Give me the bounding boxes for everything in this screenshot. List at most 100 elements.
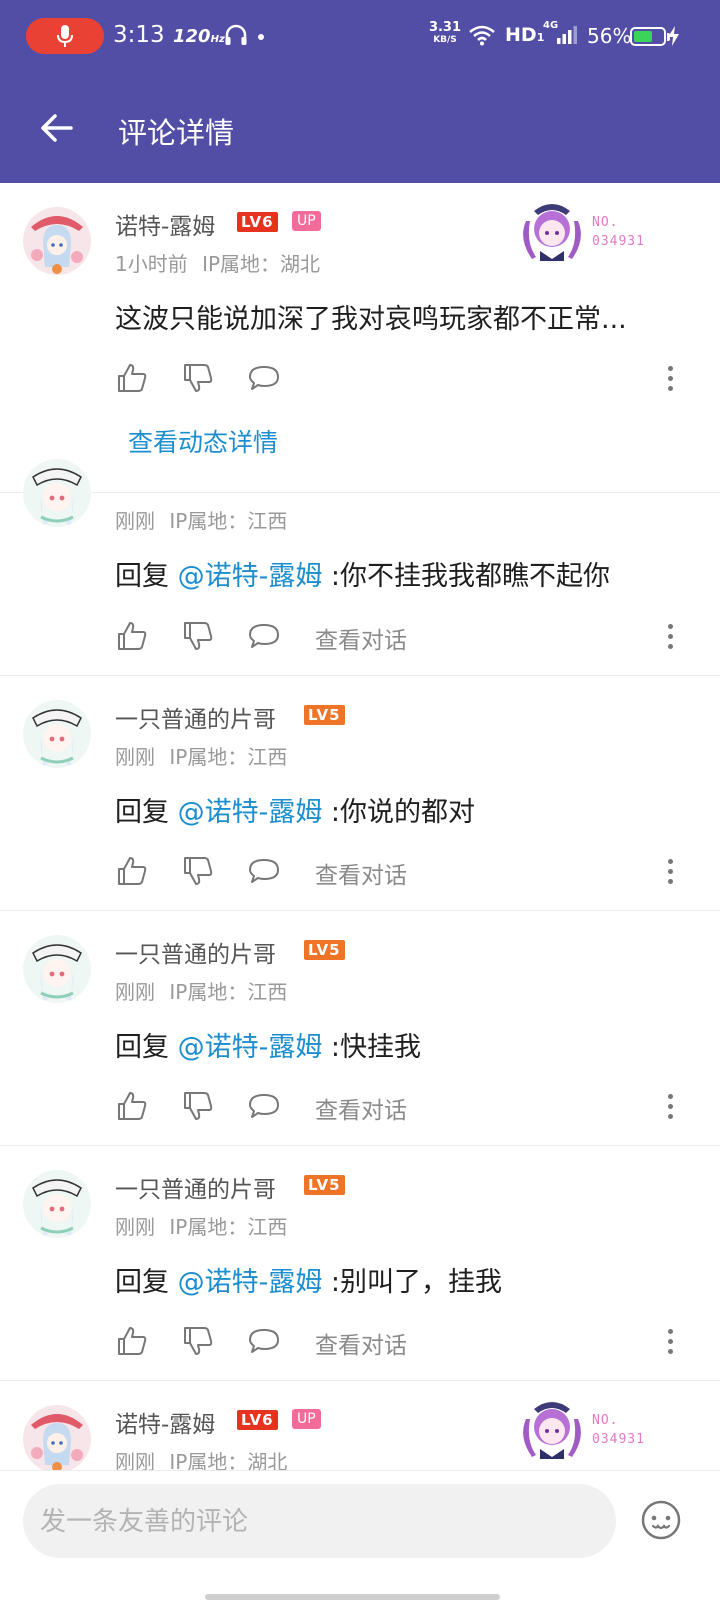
- mic-indicator[interactable]: [26, 18, 104, 54]
- charging-icon: [668, 26, 679, 46]
- reply-item: 刚刚 IP属地：江西 回复 @诺特-露姆 :你不挂我我都瞧不起你 查看对话: [0, 459, 720, 676]
- comment-bar: [0, 1470, 720, 1600]
- comment-actions: 查看对话: [115, 1324, 695, 1360]
- comment-actions: 查看对话: [115, 619, 695, 655]
- username[interactable]: 一只普通的片哥: [115, 935, 276, 969]
- avatar[interactable]: [23, 1405, 91, 1470]
- mention-link[interactable]: @诺特-露姆: [178, 1032, 323, 1063]
- comment-bubble-icon: [249, 366, 279, 390]
- reply-button[interactable]: [247, 619, 281, 653]
- back-arrow-icon: [41, 114, 73, 142]
- mention-link[interactable]: @诺特-露姆: [178, 561, 323, 592]
- reply-button[interactable]: [247, 1324, 281, 1358]
- comment-actions: [115, 361, 695, 397]
- up-badge: UP: [292, 211, 321, 231]
- hd-label: HD: [505, 24, 537, 46]
- thumbs-up-icon: [118, 1327, 147, 1355]
- view-conversation-link[interactable]: 查看对话: [315, 621, 407, 655]
- home-indicator[interactable]: [205, 1594, 500, 1600]
- like-button[interactable]: [115, 619, 149, 653]
- more-options-button[interactable]: [663, 361, 677, 395]
- battery-icon: [630, 27, 670, 46]
- dislike-button[interactable]: [181, 854, 215, 888]
- dislike-button[interactable]: [181, 619, 215, 653]
- more-options-button[interactable]: [663, 619, 677, 653]
- username[interactable]: 诺特-露姆: [115, 1405, 215, 1439]
- thumbs-down-icon: [184, 857, 213, 885]
- app-header: 3:13 120Hz 3.31 KB/S HD1 4G 56% 评论详情: [0, 0, 720, 183]
- thumbs-up-icon: [118, 1092, 147, 1120]
- avatar[interactable]: [23, 1170, 91, 1238]
- comment-thread[interactable]: 诺特-露姆 LV6 UP NO. 034931 1小时前 IP属地：湖北 这波只…: [0, 183, 720, 1470]
- reply-item: 一只普通的片哥 LV5 刚刚 IP属地：江西 回复 @诺特-露姆 :你说的都对 …: [0, 676, 720, 911]
- comment-meta: 刚刚 IP属地：江西: [115, 505, 287, 534]
- view-conversation-link[interactable]: 查看对话: [315, 1326, 407, 1360]
- avatar[interactable]: [23, 459, 91, 527]
- reply-prefix: 回复: [115, 1267, 178, 1298]
- dislike-button[interactable]: [181, 361, 215, 395]
- refresh-rate: 120Hz: [173, 26, 225, 47]
- avatar[interactable]: [23, 207, 91, 275]
- comment-meta: 刚刚 IP属地：江西: [115, 976, 287, 1005]
- ip-location: IP属地：湖北: [169, 1450, 288, 1470]
- avatar[interactable]: [23, 935, 91, 1003]
- like-button[interactable]: [115, 1089, 149, 1123]
- mention-link[interactable]: @诺特-露姆: [178, 797, 323, 828]
- comment-actions: 查看对话: [115, 1089, 695, 1125]
- username[interactable]: 诺特-露姆: [115, 207, 215, 241]
- reply-button[interactable]: [247, 361, 281, 395]
- reply-text[interactable]: 回复 @诺特-露姆 :别叫了，挂我: [115, 1260, 502, 1299]
- like-button[interactable]: [115, 361, 149, 395]
- page-title: 评论详情: [118, 116, 235, 150]
- comment-actions: 查看对话: [115, 854, 695, 890]
- username[interactable]: 一只普通的片哥: [115, 700, 276, 734]
- reply-button[interactable]: [247, 854, 281, 888]
- back-button[interactable]: [34, 106, 78, 150]
- reply-text[interactable]: 回复 @诺特-露姆 :快挂我: [115, 1025, 421, 1064]
- mic-icon: [57, 25, 73, 47]
- level-badge: LV5: [304, 940, 345, 960]
- reply-prefix: 回复: [115, 561, 178, 592]
- comment-bubble-icon: [249, 859, 279, 883]
- signal-icon: 4G: [543, 20, 579, 50]
- view-conversation-link[interactable]: 查看对话: [315, 1091, 407, 1125]
- wifi-icon: [469, 25, 495, 46]
- comment-input[interactable]: [23, 1484, 616, 1558]
- up-badge: UP: [292, 1409, 321, 1429]
- comment-meta: 刚刚 IP属地：江西: [115, 741, 287, 770]
- reply-text[interactable]: 回复 @诺特-露姆 :你不挂我我都瞧不起你: [115, 554, 610, 593]
- level-badge: LV5: [304, 1175, 345, 1195]
- ip-location: IP属地：江西: [169, 1215, 288, 1239]
- thumbs-up-icon: [118, 857, 147, 885]
- more-options-button[interactable]: [663, 854, 677, 888]
- more-options-button[interactable]: [663, 1324, 677, 1358]
- emoji-button[interactable]: [640, 1499, 682, 1541]
- battery-fill: [634, 31, 652, 42]
- like-button[interactable]: [115, 854, 149, 888]
- view-dynamic-link[interactable]: 查看动态详情: [128, 423, 278, 459]
- avatar[interactable]: [23, 700, 91, 768]
- username[interactable]: 一只普通的片哥: [115, 1170, 276, 1204]
- network-type: 4G: [543, 20, 559, 31]
- reply-button[interactable]: [247, 1089, 281, 1123]
- reply-text[interactable]: 回复 @诺特-露姆 :你说的都对: [115, 790, 475, 829]
- notification-dot: [258, 34, 264, 40]
- dislike-button[interactable]: [181, 1324, 215, 1358]
- view-conversation-link[interactable]: 查看对话: [315, 856, 407, 890]
- fan-badge-no-label: NO.: [592, 215, 619, 230]
- level-badge: LV6: [237, 212, 278, 232]
- dislike-button[interactable]: [181, 1089, 215, 1123]
- comment-text[interactable]: 这波只能说加深了我对哀鸣玩家都不正常...: [115, 297, 627, 336]
- reply-content: :快挂我: [322, 1032, 422, 1063]
- avatar-image: [23, 1170, 91, 1238]
- mention-link[interactable]: @诺特-露姆: [178, 1267, 323, 1298]
- reply-item: 诺特-露姆 LV6 UP NO. 034931 刚刚 IP属地：湖北: [0, 1381, 720, 1470]
- like-button[interactable]: [115, 1324, 149, 1358]
- reply-prefix: 回复: [115, 1032, 178, 1063]
- more-options-button[interactable]: [663, 1089, 677, 1123]
- avatar-image: [23, 1405, 91, 1470]
- thumbs-up-icon: [118, 364, 147, 392]
- avatar-image: [23, 700, 91, 768]
- ip-location: IP属地：江西: [169, 980, 288, 1004]
- battery-percent: 56%: [587, 24, 632, 48]
